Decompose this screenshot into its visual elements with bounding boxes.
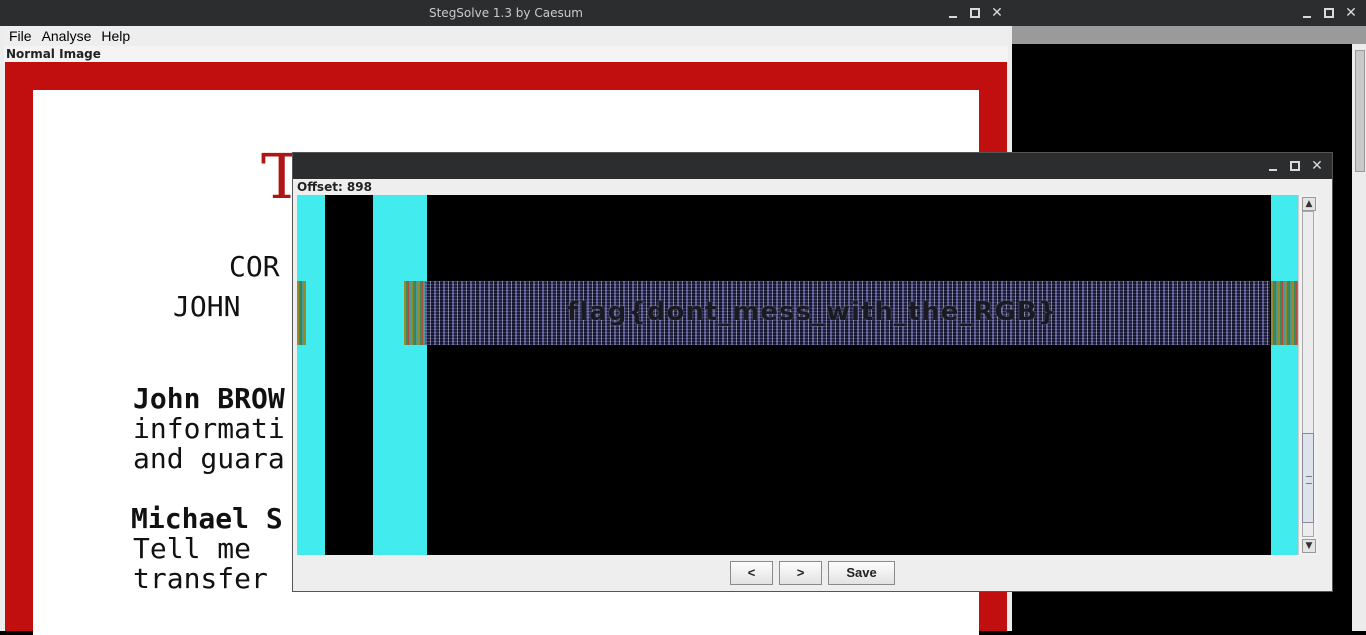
document-line: informati xyxy=(133,412,285,445)
cyan-band xyxy=(1271,195,1298,555)
hidden-flag-text: flag{dont_mess_with_the_RGB} xyxy=(567,297,1058,327)
document-line: JOHN xyxy=(173,290,241,323)
save-button[interactable]: Save xyxy=(828,561,895,585)
minimize-icon[interactable] xyxy=(946,6,960,20)
maximize-icon[interactable] xyxy=(1322,6,1336,20)
menu-bar: File Analyse Help xyxy=(4,26,1008,46)
maximize-icon[interactable] xyxy=(1288,159,1302,173)
dialog-title-bar[interactable]: ✕ xyxy=(293,153,1332,179)
document-line: Michael S xyxy=(131,502,283,535)
view-mode-label: Normal Image xyxy=(4,46,1008,62)
menu-file[interactable]: File xyxy=(4,26,37,46)
minimize-icon[interactable] xyxy=(1266,159,1280,173)
background-scrollbar[interactable] xyxy=(1352,44,1366,631)
extract-dialog: ✕ Offset: 898 flag{dont_mess_with_the_RG… xyxy=(292,152,1333,592)
close-icon[interactable]: ✕ xyxy=(1310,159,1324,173)
main-title-bar[interactable]: StegSolve 1.3 by Caesum ✕ xyxy=(0,0,1012,26)
close-icon[interactable]: ✕ xyxy=(1344,6,1358,20)
background-title-bar[interactable]: ✕ xyxy=(1012,0,1366,26)
noise-strip xyxy=(404,281,427,345)
offset-label: Offset: 898 xyxy=(297,180,372,194)
scrollbar-thumb[interactable] xyxy=(1355,50,1365,172)
previous-button[interactable]: < xyxy=(730,561,773,585)
document-line: and guara xyxy=(133,442,285,475)
cyan-band xyxy=(297,195,325,555)
extract-image-view: flag{dont_mess_with_the_RGB} xyxy=(297,195,1298,555)
vertical-scrollbar[interactable]: ▲ ▼ xyxy=(1298,195,1318,555)
menu-help[interactable]: Help xyxy=(96,26,135,46)
menu-analyse[interactable]: Analyse xyxy=(37,26,97,46)
document-line: transfer xyxy=(133,562,268,595)
noise-strip xyxy=(1271,281,1298,345)
noise-strip xyxy=(297,281,306,345)
main-window-title: StegSolve 1.3 by Caesum xyxy=(428,6,583,20)
next-button[interactable]: > xyxy=(779,561,822,585)
document-line: Tell me xyxy=(133,532,252,565)
minimize-icon[interactable] xyxy=(1300,6,1314,20)
cyan-band xyxy=(373,195,427,555)
scroll-thumb[interactable] xyxy=(1302,433,1314,523)
document-line: John BROW xyxy=(133,382,285,415)
button-row: < > Save xyxy=(293,561,1332,585)
grip-icon xyxy=(1306,476,1312,484)
maximize-icon[interactable] xyxy=(968,6,982,20)
background-header-bar xyxy=(1012,26,1366,44)
scroll-down-icon[interactable]: ▼ xyxy=(1302,539,1316,553)
document-line: COR xyxy=(229,250,280,283)
close-icon[interactable]: ✕ xyxy=(990,6,1004,20)
scroll-up-icon[interactable]: ▲ xyxy=(1302,197,1316,211)
